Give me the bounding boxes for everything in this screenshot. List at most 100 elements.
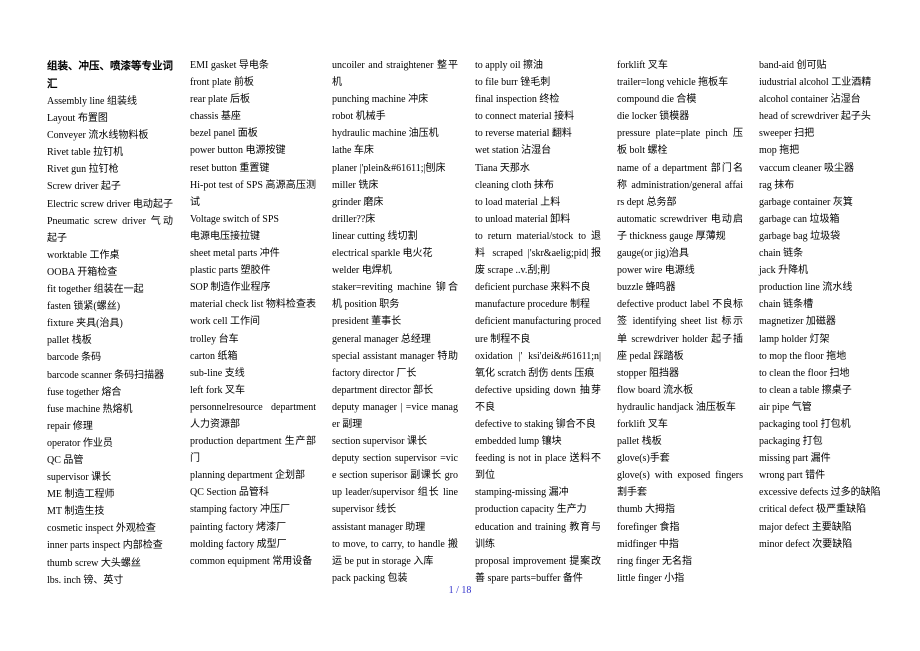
glossary-entry: robot 机械手 xyxy=(332,111,386,123)
glossary-entry: deficient manufacturing procedure 制程不良 xyxy=(475,316,601,345)
glossary-entry: packaging 打包 xyxy=(759,436,823,448)
document-title: 组装、冲压、喷漆等专业词汇 xyxy=(47,60,173,90)
glossary-entry: midfinger 中指 xyxy=(617,538,679,550)
glossary-entry: critical defect 极严重缺陷 xyxy=(759,504,867,516)
glossary-entry: QC 品管 xyxy=(47,454,84,466)
glossary-entry: education and training 教育与训练 xyxy=(475,521,601,550)
glossary-entry: president 董事长 xyxy=(332,316,402,328)
glossary-entry: alcohol container 沾湿台 xyxy=(759,94,861,106)
glossary-entry: OOBA 开箱检查 xyxy=(47,266,118,278)
glossary-entry: inner parts inspect 内部检查 xyxy=(47,540,163,552)
glossary-entry: die locker 锁模器 xyxy=(617,111,690,123)
glossary-entry: chain 链条 xyxy=(759,248,804,260)
glossary-entry: to apply oil 擦油 xyxy=(475,60,544,71)
glossary-entry: fit together 组装在一起 xyxy=(47,284,144,296)
glossary-entry: Assembly line 组装线 xyxy=(47,96,137,107)
glossary-entry: ring finger 无名指 xyxy=(617,555,692,567)
glossary-entry: molding factory 成型厂 xyxy=(190,538,287,550)
glossary-entry: to file burr 锉毛刺 xyxy=(475,77,551,89)
glossary-entry: personnelresource department 人力资源部 xyxy=(190,401,316,430)
glossary-entry: fuse together 熔合 xyxy=(47,386,122,398)
glossary-entry: repair 修理 xyxy=(47,420,93,432)
column-3: uncoiler and straightener 整平机 punching ma… xyxy=(332,57,458,587)
glossary-entry: miller 铣床 xyxy=(332,179,379,191)
glossary-entry: operator 作业员 xyxy=(47,437,113,449)
glossary-entry: fixture 夹具(治具) xyxy=(47,318,123,330)
glossary-entry: Screw driver 起子 xyxy=(47,181,121,193)
glossary-entry: pressure plate=plate pinch 压板 bolt 螺栓 xyxy=(617,128,743,157)
glossary-entry: general manager 总经理 xyxy=(332,333,431,345)
glossary-entry: sub-line 支线 xyxy=(190,367,245,379)
glossary-entry: barcode 条码 xyxy=(47,352,102,364)
glossary-entry: to mop the floor 拖地 xyxy=(759,350,847,362)
glossary-entry: flow board 流水板 xyxy=(617,384,694,396)
glossary-entry: buzzle 蜂鸣器 xyxy=(617,282,676,294)
glossary-entry: material check list 物料检查表 work cell 工作间 xyxy=(190,299,316,328)
glossary-entry: chain 链条槽 xyxy=(759,299,814,311)
glossary-entry: worktable 工作桌 xyxy=(47,249,120,261)
glossary-entry: QC Section 品管科 xyxy=(190,487,269,499)
glossary-entry: compound die 合模 xyxy=(617,94,697,106)
glossary-entry: to clean a table 擦桌子 xyxy=(759,384,852,396)
glossary-entry: feeding is not in place 送料不到位 xyxy=(475,453,601,482)
glossary-entry: head of screwdriver 起子头 xyxy=(759,111,871,123)
glossary-entry: EMI gasket 导电条 xyxy=(190,60,269,71)
glossary-entry: Electric screw driver 电动起子 Pneumatic scr… xyxy=(47,198,173,244)
glossary-entry: lathe 车床 xyxy=(332,145,374,157)
glossary-entry: glove(s)手套 xyxy=(617,453,670,465)
glossary-entry: trailer=long vehicle 拖板车 xyxy=(617,77,729,89)
glossary-entry: garbage container 灰箕 xyxy=(759,196,853,208)
glossary-entry: welder 电焊机 xyxy=(332,265,392,277)
glossary-entry: to load material 上料 xyxy=(475,196,561,208)
glossary-entry: rag 抹布 xyxy=(759,179,795,191)
glossary-entry: magnetizer 加磁器 xyxy=(759,316,836,328)
glossary-entry: deficient purchase 来料不良 xyxy=(475,282,591,294)
glossary-entry: painting factory 烤漆厂 xyxy=(190,521,287,533)
glossary-entry: department director 部长 xyxy=(332,384,434,396)
glossary-entry: Rivet gun 拉钉枪 xyxy=(47,164,119,176)
glossary-entry: to return material/stock to 退料 scraped |… xyxy=(475,230,601,277)
glossary-entry: pallet 栈板 xyxy=(47,335,92,347)
glossary-entry: front plate 前板 xyxy=(190,77,254,89)
glossary-entry: oxidation |' ksi'dei&#61611;n| 氧化 scratc… xyxy=(475,350,601,379)
glossary-entry: final inspection 终检 xyxy=(475,94,560,106)
glossary-entry: missing part 漏件 xyxy=(759,453,831,465)
glossary-entry: cosmetic inspect 外观检查 xyxy=(47,523,156,535)
glossary-entry: reset button 重置键 xyxy=(190,162,270,174)
glossary-entry: production capacity 生产力 xyxy=(475,504,587,516)
glossary-entry: wrong part 错件 xyxy=(759,470,826,482)
document-page: 组装、冲压、喷漆等专业词汇 Assembly line 组装线 Layout 布置… xyxy=(0,0,920,651)
glossary-entry: defective product label 不良标签 identifying… xyxy=(617,299,743,362)
glossary-entry: MT 制造生技 xyxy=(47,506,105,518)
glossary-columns: 组装、冲压、喷漆等专业词汇 Assembly line 组装线 Layout 布置… xyxy=(47,57,897,587)
glossary-entry: to connect material 接料 xyxy=(475,111,575,123)
glossary-entry: mop 拖把 xyxy=(759,145,800,157)
glossary-entry: trolley 台车 xyxy=(190,333,239,345)
glossary-entry: glove(s) with exposed fingers 割手套 xyxy=(617,470,743,499)
glossary-entry: defective upsiding down 抽芽不良 xyxy=(475,384,601,413)
glossary-entry: gauge(or jig)治具 xyxy=(617,248,689,260)
glossary-entry: carton 纸箱 xyxy=(190,350,238,362)
glossary-entry: electrical sparkle 电火花 xyxy=(332,248,433,260)
glossary-entry: driller??床 xyxy=(332,213,376,225)
glossary-entry: plastic parts 塑胶件 xyxy=(190,265,271,277)
page-number: 1 / 18 xyxy=(448,585,472,596)
glossary-entry: packaging tool 打包机 xyxy=(759,418,851,430)
glossary-entry: excessive defects 过多的缺陷 xyxy=(759,487,881,499)
glossary-entry: automatic screwdriver 电动启子 thickness gau… xyxy=(617,213,743,242)
glossary-entry: Voltage switch of SPS xyxy=(190,213,279,225)
glossary-entry: garbage can 垃圾箱 xyxy=(759,213,840,225)
glossary-entry: vaccum cleaner 吸尘器 xyxy=(759,162,854,174)
glossary-entry: cleaning cloth 抹布 xyxy=(475,179,554,191)
glossary-entry: left fork 叉车 xyxy=(190,384,245,396)
glossary-entry: lamp holder 灯架 xyxy=(759,333,830,345)
glossary-entry: hydraulic handjack 油压板车 xyxy=(617,401,736,413)
glossary-entry: wet station 沾湿台 xyxy=(475,145,552,157)
glossary-entry: sheet metal parts 冲件 xyxy=(190,248,280,260)
glossary-entry: planning department 企划部 xyxy=(190,470,305,482)
glossary-entry: Rivet table 拉钉机 xyxy=(47,147,124,159)
glossary-entry: bezel panel 面板 xyxy=(190,128,258,140)
glossary-entry: air pipe 气管 xyxy=(759,401,812,413)
glossary-entry: special assistant manager 特助 factory dir… xyxy=(332,350,458,379)
column-1: 组装、冲压、喷漆等专业词汇 Assembly line 组装线 Layout 布置… xyxy=(47,57,173,589)
